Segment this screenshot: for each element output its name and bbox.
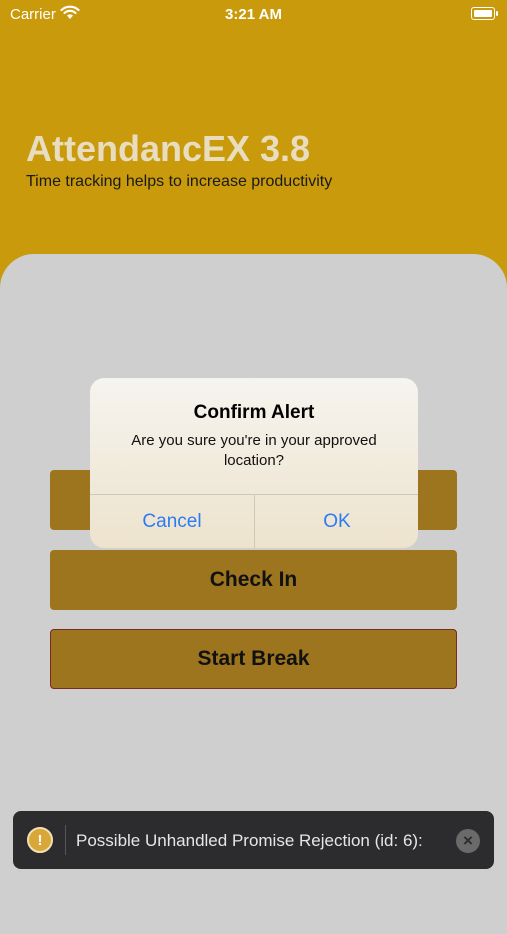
cancel-button[interactable]: Cancel	[90, 495, 254, 548]
close-icon[interactable]: ×	[456, 829, 480, 853]
confirm-alert-dialog: Confirm Alert Are you sure you're in you…	[90, 378, 418, 548]
warning-toast[interactable]: ! Possible Unhandled Promise Rejection (…	[13, 811, 494, 869]
warning-icon: !	[27, 827, 53, 853]
app-subtitle: Time tracking helps to increase producti…	[26, 173, 333, 190]
start-break-button[interactable]: Start Break	[50, 629, 457, 689]
ok-button[interactable]: OK	[255, 495, 418, 548]
check-in-button[interactable]: Check In	[50, 550, 457, 610]
status-time: 3:21 AM	[225, 6, 282, 23]
battery-icon	[471, 7, 498, 20]
app-title: AttendancEX 3.8	[26, 128, 311, 169]
status-bar: Carrier 3:21 AM	[0, 0, 507, 28]
toast-separator	[65, 825, 66, 855]
alert-title: Confirm Alert	[193, 402, 315, 423]
toast-message: Possible Unhandled Promise Rejection (id…	[76, 831, 423, 850]
alert-message: Are you sure you're in your approved loc…	[131, 432, 377, 469]
